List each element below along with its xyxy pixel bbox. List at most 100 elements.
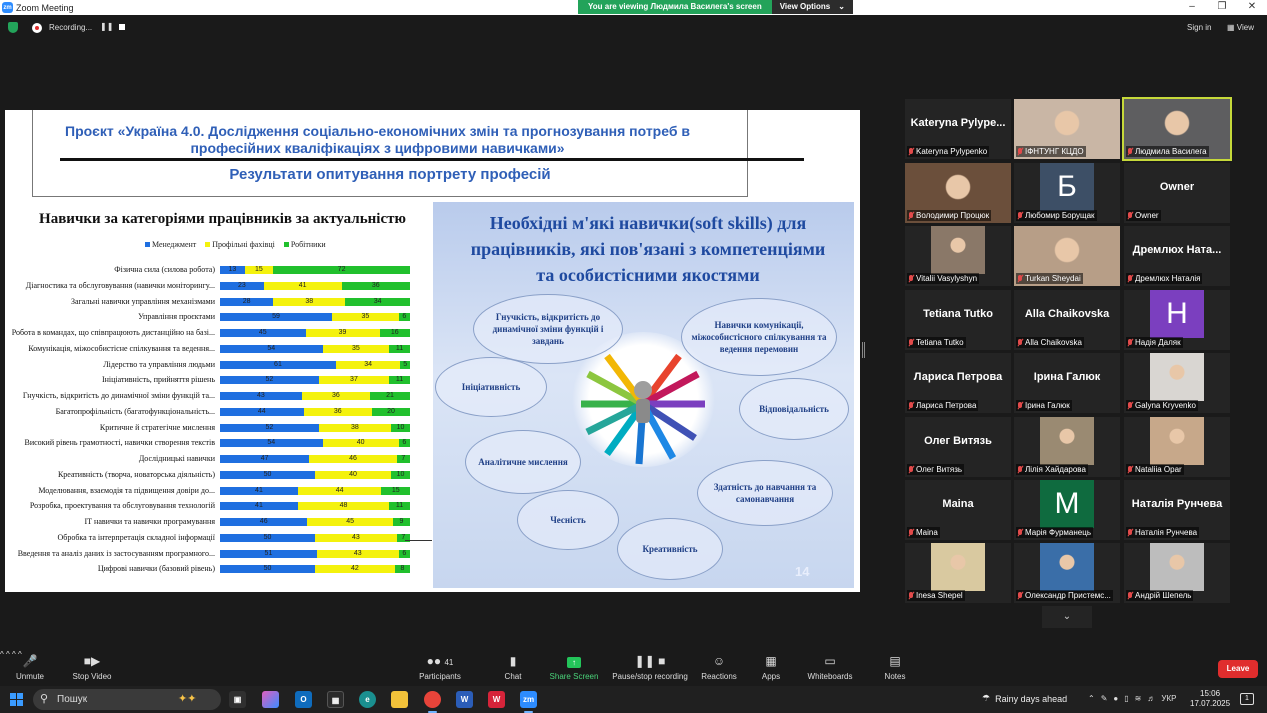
stop-recording-button[interactable]	[119, 24, 125, 30]
stacked-bar: 54 35 11	[220, 344, 410, 353]
video-camera-icon: ■▶	[83, 654, 101, 668]
wps-icon[interactable]: W	[488, 691, 505, 708]
participant-tile[interactable]: Galyna Kryvenko	[1124, 353, 1230, 413]
participant-tile[interactable]: Inesa Shepel	[905, 543, 1011, 603]
participant-tile[interactable]: Tetiana Tutko Tetiana Tutko	[905, 290, 1011, 350]
participant-tile[interactable]: ІФНТУНГ КЦДО	[1014, 99, 1120, 159]
close-button[interactable]: ✕	[1237, 0, 1267, 15]
view-label: View	[1236, 23, 1254, 32]
edge-icon[interactable]: e	[359, 691, 376, 708]
category-label: Комунікація, міжособистісне спілкування …	[28, 343, 215, 353]
outlook-icon[interactable]: O	[295, 691, 312, 708]
chart-row: Гнучкість, відкритість до динамічної змі…	[5, 391, 433, 401]
stacked-bar: 52 38 10	[220, 423, 410, 432]
sign-in-link[interactable]: Sign in	[1187, 23, 1211, 32]
task-view-icon[interactable]: ▣	[229, 691, 246, 708]
word-icon[interactable]: W	[456, 691, 473, 708]
participant-tile[interactable]: H Надія Даляк	[1124, 290, 1230, 350]
participant-tile[interactable]: Лілія Хайдарова	[1014, 417, 1120, 477]
bar-segment: 37	[318, 376, 390, 385]
participant-name: Maina	[916, 528, 938, 537]
zoom-taskbar-icon[interactable]: zm	[520, 691, 537, 713]
pen-icon[interactable]: ✎	[1101, 694, 1108, 703]
store-icon[interactable]: ▦	[327, 691, 344, 708]
participant-tile[interactable]: Володимир Процюк	[905, 163, 1011, 223]
participant-video	[1150, 353, 1204, 401]
resize-handle[interactable]	[862, 342, 865, 358]
participant-tile[interactable]: Nataliia Opar	[1124, 417, 1230, 477]
unmute-button[interactable]: 🎤 Unmute	[12, 654, 48, 681]
participant-tile[interactable]: Ірина Галюк Ірина Галюк	[1014, 353, 1120, 413]
view-options-button[interactable]: View Options ⌄	[771, 0, 853, 14]
participant-tile[interactable]: Alla Chaikovska Alla Chaikovska	[1014, 290, 1120, 350]
zoom-logo-icon: zm	[2, 2, 13, 13]
notification-center-button[interactable]: 1	[1240, 693, 1254, 705]
share-screen-button[interactable]: ↑ Share Screen	[548, 654, 600, 681]
notes-button[interactable]: ▤ Notes	[880, 654, 910, 681]
wifi-icon[interactable]: ≋	[1135, 694, 1142, 703]
volume-icon[interactable]: ♬	[1147, 694, 1155, 703]
participant-tile[interactable]: Наталія Рунчева Наталія Рунчева	[1124, 480, 1230, 540]
participant-tile[interactable]: Maina Maina	[905, 480, 1011, 540]
view-menu-button[interactable]: ▦ View	[1227, 23, 1254, 32]
participant-name: Олег Витязь	[916, 465, 963, 474]
minimize-button[interactable]: –	[1177, 0, 1207, 15]
participant-tile[interactable]: Олександр Пристемс...	[1014, 543, 1120, 603]
leave-button[interactable]: Leave	[1218, 660, 1258, 678]
viewing-label: You are viewing Людмила Василега's scree…	[578, 0, 772, 14]
pause-stop-recording-button[interactable]: ❚❚ ■ Pause/stop recording	[610, 654, 690, 681]
video-options-caret[interactable]: ^	[6, 650, 10, 659]
bar-segment: 11	[389, 502, 410, 511]
participant-tile[interactable]: M Марія Фурманець	[1014, 480, 1120, 540]
bar-segment: 72	[273, 266, 410, 274]
taskbar-clock[interactable]: 15:06 17.07.2025	[1190, 689, 1230, 709]
bar-segment: 13	[220, 266, 245, 274]
chart-row: Моделювання, взаємодія та підвищення дов…	[5, 486, 433, 496]
windows-start-icon[interactable]	[10, 693, 23, 706]
weather-widget[interactable]: ☂ Rainy days ahead	[982, 693, 1067, 704]
window-title: Zoom Meeting	[16, 2, 74, 13]
muted-mic-icon	[908, 401, 914, 410]
bar-segment: 10	[390, 423, 410, 432]
stacked-bar-chart: Фізична сила (силова робота) 13 15 72 Діагно…	[5, 265, 433, 580]
camera-icon[interactable]: ▯	[1124, 694, 1128, 703]
security-shield-icon[interactable]	[8, 22, 18, 33]
file-explorer-icon[interactable]	[391, 691, 408, 708]
participant-tile[interactable]: Vitalii Vasylyshyn	[905, 226, 1011, 286]
participant-tile[interactable]: Б Любомир Борущак	[1014, 163, 1120, 223]
participant-name-label: Дремлюх Наталія	[1126, 273, 1203, 284]
reactions-button[interactable]: ☺ Reactions	[698, 654, 740, 681]
audio-options-caret[interactable]: ^	[0, 650, 4, 659]
chrome-icon[interactable]	[424, 691, 441, 713]
chat-button[interactable]: ▮ Chat	[498, 654, 528, 681]
microphone-icon[interactable]: ●	[1113, 694, 1118, 703]
participant-tile[interactable]: Kateryna Pylype... Kateryna Pylypenko	[905, 99, 1011, 159]
chart-row: Обробка та інтерпретація складної інформ…	[5, 533, 433, 543]
participant-tile[interactable]: Owner Owner	[1124, 163, 1230, 223]
participant-tile[interactable]: Людмила Василега	[1122, 97, 1232, 161]
bar-segment: 43	[315, 533, 397, 542]
participant-tile[interactable]: Turkan Sheydai	[1014, 226, 1120, 286]
bar-segment: 10	[391, 470, 410, 479]
taskbar-search-box[interactable]: ⚲ Пошук ✦✦	[33, 689, 221, 710]
gallery-scroll-down-button[interactable]: ⌄	[1042, 606, 1092, 628]
copilot-icon[interactable]	[262, 691, 279, 708]
participant-tile[interactable]: Дремлюх Ната... Дремлюх Наталія	[1124, 226, 1230, 286]
participant-tile[interactable]: Лариса Петрова Лариса Петрова	[905, 353, 1011, 413]
participant-tile[interactable]: Андрій Шепель	[1124, 543, 1230, 603]
language-indicator[interactable]: УКР	[1161, 694, 1176, 703]
tray-overflow-icon[interactable]: ⌃	[1088, 694, 1095, 703]
legend-label: Профільні фахівці	[212, 240, 275, 249]
restore-button[interactable]: ❐	[1207, 0, 1237, 15]
stop-video-button[interactable]: ■▶ Stop Video	[70, 654, 114, 681]
muted-mic-icon	[908, 274, 914, 283]
participant-tile[interactable]: Олег Витязь Олег Витязь	[905, 417, 1011, 477]
participant-display-name: Дремлюх Ната...	[1132, 244, 1222, 256]
soft-skills-panel: Необхідні м'які навички(soft skills) для…	[433, 202, 854, 588]
participants-button[interactable]: ●● 41 Participants	[418, 654, 462, 681]
apps-button[interactable]: ▦ Apps	[756, 654, 786, 681]
chart-row: Управління проєктами 59 35 6	[5, 312, 433, 322]
pause-recording-button[interactable]: ❚❚	[100, 22, 113, 31]
participant-name-label: Наталія Рунчева	[1126, 527, 1200, 538]
whiteboards-button[interactable]: ▭ Whiteboards	[804, 654, 856, 681]
